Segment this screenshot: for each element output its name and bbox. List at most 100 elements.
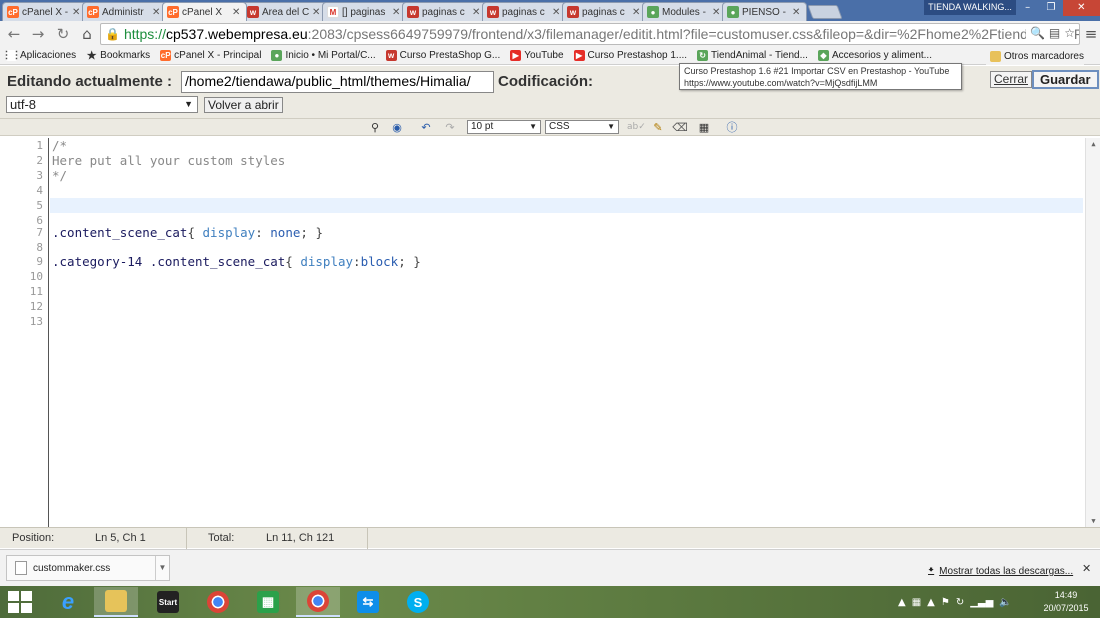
line-number: 1 [36,139,43,152]
tab-close-icon[interactable]: ✕ [72,7,82,18]
scroll-up-icon[interactable]: ▲ [1086,140,1100,148]
search-icon[interactable]: ⚲ [367,120,383,135]
tab-close-icon[interactable]: ✕ [472,7,482,18]
browser-tab[interactable]: w paginas c ✕ [482,2,567,21]
volume-icon[interactable]: 🔈 [999,597,1011,608]
bookmark-item[interactable]: ◆ Accesorios y aliment... [817,50,932,61]
signal-icon[interactable]: ▁▃▅ [970,597,993,608]
windows-start-icon[interactable] [8,591,34,613]
tab-label: cPanel X [182,6,223,18]
cpanel-icon: cP [160,50,172,61]
restore-icon[interactable]: ❐ [1039,0,1062,16]
save-button[interactable]: Guardar [1032,70,1099,89]
bookmark-item[interactable]: ● Inicio • Mi Portal/C... [271,50,376,61]
goto-icon[interactable]: ◉ [389,120,405,135]
back-icon[interactable]: ← [5,25,23,43]
browser-tab[interactable]: M[] paginas ✕ [322,2,407,21]
tab-close-icon[interactable]: ✕ [552,7,562,18]
taskbar-chrome-active[interactable] [296,587,340,617]
translate-icon[interactable]: ▤ [1049,26,1060,40]
tab-close-icon[interactable]: ✕ [792,7,802,18]
taskbar-skype[interactable]: S [396,587,440,617]
clock-date: 20/07/2015 [1043,603,1089,613]
forward-icon[interactable]: → [29,25,47,43]
file-path-input[interactable]: /home2/tiendawa/public_html/themes/Himal… [181,71,494,93]
browser-tab[interactable]: w Área del C ✕ [242,2,327,21]
reload-icon[interactable]: ↻ [54,25,72,43]
tab-close-icon[interactable]: ✕ [312,7,322,18]
taskbar-teamviewer[interactable]: ⇆ [346,587,390,617]
tab-label: Modules - [662,6,706,18]
line-number: 13 [29,315,43,328]
flag-icon[interactable]: ⚑ [941,597,950,608]
tray-chevron-icon[interactable]: ▲ [898,597,906,608]
css-brace: { [285,254,301,269]
highlight-icon[interactable]: ✎ [650,120,666,135]
undo-icon[interactable]: ↶ [418,120,434,135]
bookmark-item[interactable]: ★ Bookmarks [86,50,150,62]
scroll-down-icon[interactable]: ▼ [1086,517,1100,525]
editor-status-bar: Position: Ln 5, Ch 1 Total: Ln 11, Ch 12… [0,527,1100,549]
browser-tab[interactable]: ● Modules - ✕ [642,2,727,21]
chrome-menu-icon[interactable]: ≡ [1083,25,1099,43]
active-line-highlight [50,198,1083,213]
code-editor[interactable]: 1 2 3 4 5 6 7 8 9 10 11 12 13 /* Here put all your c… [0,138,1100,527]
download-item[interactable]: custommaker.css ▼ [6,555,170,581]
bookmark-item[interactable]: cP cPanel X - Principal [160,50,261,61]
browser-tab[interactable]: cP Administr ✕ [82,2,167,21]
taskbar-store[interactable]: ▦ [246,587,290,617]
close-button[interactable]: Cerrar [990,71,1033,88]
tab-close-icon[interactable]: ✕ [712,7,722,18]
browser-tab[interactable]: w paginas c ✕ [562,2,647,21]
bookmark-label: Inicio • Mi Portal/C... [285,50,376,61]
close-icon[interactable]: ✕ [1082,562,1091,575]
bookmark-item[interactable]: ⋮⋮ Aplicaciones [2,50,76,61]
zoom-icon[interactable]: 🔍 [1030,26,1045,40]
bookmark-item[interactable]: w Curso PrestaShop G... [385,50,501,61]
tab-close-icon[interactable]: ✕ [152,7,162,18]
other-bookmarks[interactable]: Otros marcadores [985,47,1084,65]
taskbar-ie[interactable]: e [46,587,90,617]
bookmark-item[interactable]: ▶ YouTube [510,50,564,61]
profile-button[interactable]: TIENDA WALKING... [924,0,1016,15]
browser-tab[interactable]: cP cPanel X - ✕ [2,2,87,21]
syntax-select[interactable]: CSS ▼ [545,120,619,134]
taskbar-start-app[interactable]: Start [146,587,190,617]
redo-icon[interactable]: ↷ [442,120,458,135]
browser-tab[interactable]: ● PIENSO - ✕ [722,2,807,21]
browser-tab[interactable]: cP cPanel X ✕ [162,2,247,21]
sync-icon[interactable]: ↻ [956,597,964,608]
spellcheck-icon[interactable]: ab✓ [627,120,646,135]
encoding-select[interactable]: utf-8 ▼ [6,96,198,113]
chevron-down-icon[interactable]: ▼ [155,556,169,580]
fullscreen-icon[interactable]: ▦ [696,120,712,135]
tab-close-icon[interactable]: ✕ [232,7,242,18]
line-number: 12 [29,300,43,313]
reopen-button[interactable]: Volver a abrir [204,97,283,113]
tab-close-icon[interactable]: ✕ [392,7,402,18]
taskbar-chrome[interactable] [196,587,240,617]
w-favicon-icon: w [407,6,419,18]
window-close-icon[interactable]: ✕ [1062,0,1100,16]
network-grid-icon[interactable]: ▦ [912,597,921,608]
new-tab-button[interactable] [807,5,843,19]
bookmark-star-icon[interactable]: ☆ [1064,26,1075,40]
eraser-icon[interactable]: ⌫ [672,120,688,135]
bookmark-label: TiendAnimal - Tiend... [711,50,808,61]
font-size-select[interactable]: 10 pt ▼ [467,120,541,134]
bookmark-item[interactable]: ▶ Curso Prestashop 1.... [573,50,687,61]
bookmark-label: Curso PrestaShop G... [399,50,501,61]
home-icon[interactable]: ⌂ [78,25,96,43]
bluetooth-icon[interactable]: ▲ [927,597,935,608]
help-icon[interactable]: ⓘ [724,120,740,135]
browser-tab[interactable]: w paginas c ✕ [402,2,487,21]
taskbar-explorer[interactable] [94,587,138,617]
address-bar[interactable]: 🔒 https://cp537.webempresa.eu:2083/cpses… [100,23,1080,45]
minimize-icon[interactable]: – [1016,0,1039,16]
encoding-label: Codificación: [498,73,594,90]
vertical-scrollbar[interactable]: ▲ ▼ [1085,138,1100,527]
show-all-downloads-link[interactable]: 🠻 Mostrar todas las descargas... [928,563,1073,580]
tab-close-icon[interactable]: ✕ [632,7,642,18]
taskbar-clock[interactable]: 14:49 20/07/2015 [1036,589,1096,615]
bookmark-item[interactable]: ↻ TiendAnimal - Tiend... [697,50,808,61]
